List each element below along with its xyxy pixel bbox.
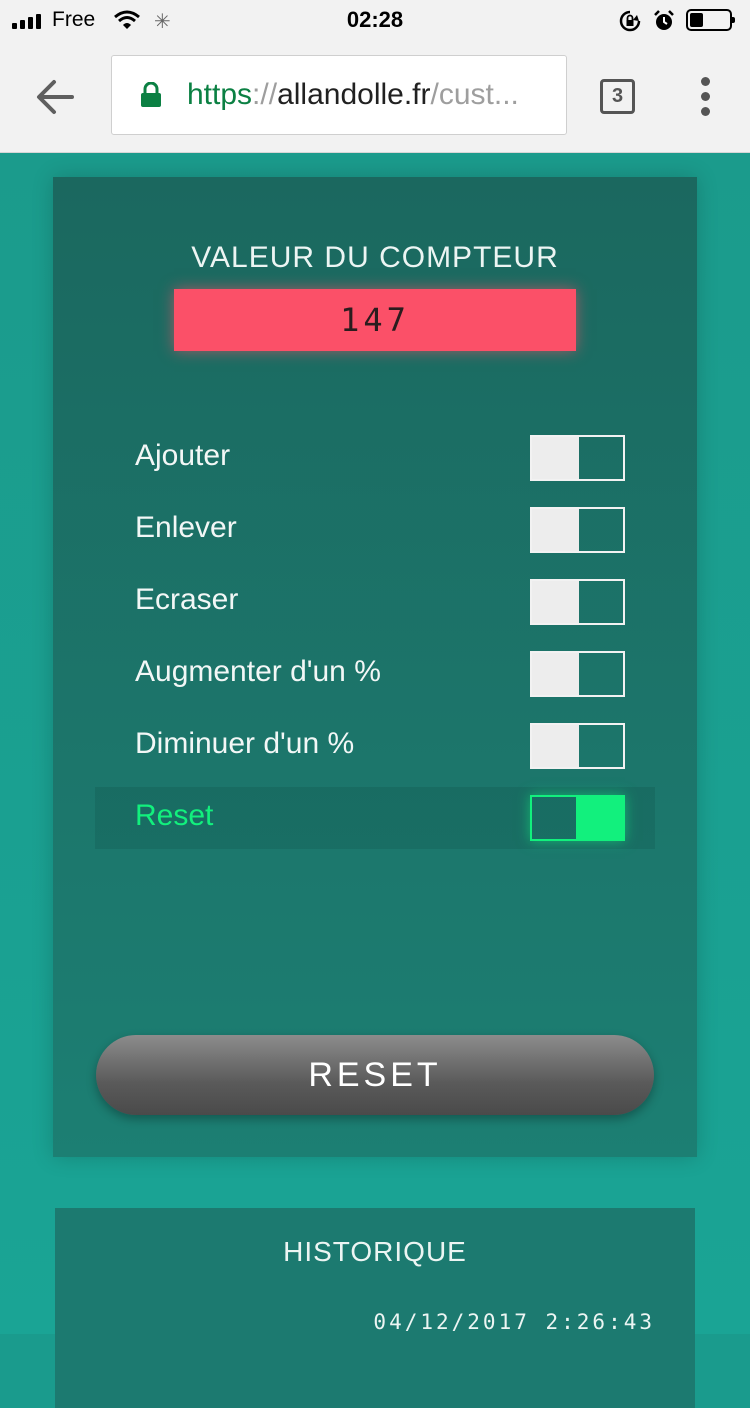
history-title: HISTORIQUE — [283, 1236, 467, 1267]
option-label: Augmenter d'un % — [135, 655, 381, 688]
toggle-knob — [532, 509, 579, 551]
reset-button[interactable]: RESET — [96, 1035, 654, 1115]
toggle-ajouter[interactable] — [530, 435, 625, 481]
toggle-reset[interactable] — [530, 795, 625, 841]
counter-card: VALEUR DU COMPTEUR 147 Ajouter Enlever E… — [53, 177, 697, 1157]
option-label: Ajouter — [135, 439, 231, 472]
option-row-ecraser: Ecraser — [95, 571, 655, 633]
toggle-enlever[interactable] — [530, 507, 625, 553]
option-label: Reset — [135, 799, 214, 832]
address-bar[interactable]: https://allandolle.fr/cust... — [111, 55, 567, 135]
toggle-knob — [532, 653, 579, 695]
history-entry: 04/12/2017 2:26:43 — [373, 1310, 655, 1334]
option-label: Ecraser — [135, 583, 239, 616]
page-content: VALEUR DU COMPTEUR 147 Ajouter Enlever E… — [0, 153, 750, 1408]
secure-lock-icon — [141, 82, 161, 107]
toggle-knob — [532, 725, 579, 767]
toggle-knob — [532, 437, 579, 479]
option-row-diminuer: Diminuer d'un % — [95, 715, 655, 777]
toggle-ecraser[interactable] — [530, 579, 625, 625]
rotation-lock-icon — [619, 10, 641, 32]
back-arrow-icon[interactable] — [32, 74, 78, 120]
option-row-enlever: Enlever — [95, 499, 655, 561]
option-row-augmenter: Augmenter d'un % — [95, 643, 655, 705]
overflow-menu-icon[interactable] — [696, 77, 716, 117]
toggle-augmenter[interactable] — [530, 651, 625, 697]
toggle-knob — [576, 797, 623, 839]
option-label: Diminuer d'un % — [135, 727, 355, 760]
counter-value: 147 — [174, 289, 576, 351]
tab-switcher-button[interactable]: 3 — [600, 79, 635, 114]
option-row-ajouter: Ajouter — [95, 427, 655, 489]
counter-title: VALEUR DU COMPTEUR — [191, 241, 559, 274]
toggle-knob — [532, 581, 579, 623]
history-panel: HISTORIQUE 04/12/2017 2:26:43 — [55, 1208, 695, 1408]
toggle-diminuer[interactable] — [530, 723, 625, 769]
status-bar: Free ✳ 02:28 — [0, 0, 750, 42]
browser-toolbar: https://allandolle.fr/cust... 3 — [0, 42, 750, 153]
url-text: https://allandolle.fr/cust... — [187, 78, 519, 111]
option-row-reset: Reset — [95, 787, 655, 849]
battery-icon — [686, 9, 735, 31]
alarm-icon — [654, 10, 674, 30]
option-label: Enlever — [135, 511, 237, 544]
